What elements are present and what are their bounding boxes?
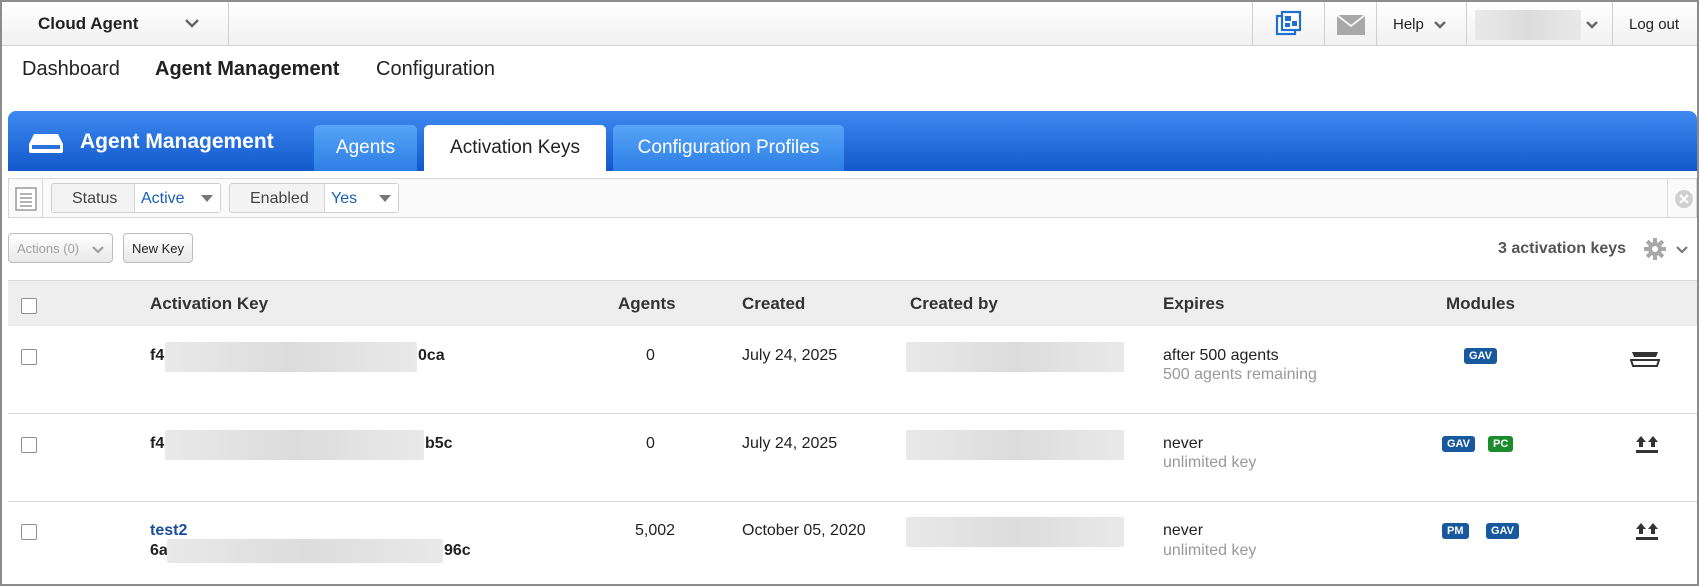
column-agents[interactable]: Agents bbox=[618, 294, 676, 314]
catalog-button[interactable] bbox=[1252, 2, 1324, 45]
expires-value: never bbox=[1163, 522, 1204, 539]
row-actions-icon[interactable] bbox=[1630, 350, 1660, 368]
help-menu[interactable]: Help bbox=[1376, 2, 1466, 45]
module-badge-pm: PM bbox=[1442, 523, 1469, 539]
column-created[interactable]: Created bbox=[742, 294, 805, 314]
chevron-down-icon[interactable] bbox=[1675, 245, 1689, 254]
filter-bar: Status Active Enabled Yes bbox=[8, 178, 1697, 218]
table-row[interactable]: test2 6a 96c 5,002 October 05, 2020 neve… bbox=[8, 502, 1697, 584]
new-key-label: New Key bbox=[132, 241, 185, 256]
module-title: Agent Management bbox=[80, 130, 274, 153]
filter-enabled-select[interactable]: Yes bbox=[324, 184, 398, 212]
agents-count: 5,002 bbox=[635, 522, 676, 539]
filter-status-select[interactable]: Active bbox=[134, 184, 220, 212]
logout-button[interactable]: Log out bbox=[1612, 2, 1697, 45]
caret-down-icon bbox=[379, 195, 391, 202]
expires-value: after 500 agents bbox=[1163, 347, 1279, 364]
app-name: Cloud Agent bbox=[38, 14, 139, 33]
nav-configuration[interactable]: Configuration bbox=[376, 58, 495, 81]
tab-activation-keys[interactable]: Activation Keys bbox=[424, 125, 606, 171]
select-all-checkbox[interactable] bbox=[21, 298, 37, 314]
created-date: October 05, 2020 bbox=[742, 522, 866, 539]
created-date: July 24, 2025 bbox=[742, 435, 838, 452]
table-row[interactable]: f4 0ca 0 July 24, 2025 after 500 agents … bbox=[8, 326, 1697, 414]
filter-status-value: Active bbox=[141, 190, 185, 207]
nav-agent-management[interactable]: Agent Management bbox=[155, 58, 339, 81]
created-by-redacted bbox=[906, 517, 1124, 547]
tab-agents[interactable]: Agents bbox=[314, 125, 417, 171]
created-by-redacted bbox=[906, 342, 1124, 372]
agents-count: 0 bbox=[646, 435, 655, 452]
module-badge-gav: GAV bbox=[1442, 436, 1476, 452]
activation-key-count: 3 activation keys bbox=[1498, 240, 1627, 257]
activation-key-redacted bbox=[165, 342, 417, 372]
clear-filters-icon[interactable] bbox=[1674, 189, 1694, 209]
actions-dropdown[interactable]: Actions (0) bbox=[8, 233, 113, 263]
activation-key-suffix: b5c bbox=[425, 435, 453, 452]
filter-enabled[interactable]: Enabled Yes bbox=[229, 183, 399, 213]
activation-key-prefix: f4 bbox=[150, 435, 165, 452]
activation-key-redacted bbox=[167, 539, 443, 563]
activation-key-suffix: 96c bbox=[444, 542, 471, 559]
expires-value: never bbox=[1163, 435, 1204, 452]
module-header: Agent Management Agents Activation Keys … bbox=[8, 111, 1697, 171]
actions-label: Actions (0) bbox=[17, 241, 80, 256]
table-row[interactable]: f4 b5c 0 July 24, 2025 never unlimited k… bbox=[8, 414, 1697, 502]
gear-icon[interactable] bbox=[1644, 238, 1666, 260]
user-name-redacted bbox=[1475, 10, 1581, 40]
expires-detail: 500 agents remaining bbox=[1163, 366, 1317, 383]
chevron-down-icon bbox=[1586, 21, 1598, 29]
user-menu[interactable] bbox=[1466, 2, 1612, 45]
activation-key-suffix: 0ca bbox=[418, 347, 445, 364]
activation-key-redacted bbox=[165, 430, 424, 460]
row-checkbox[interactable] bbox=[21, 437, 37, 453]
row-actions-icon[interactable] bbox=[1635, 522, 1659, 542]
divider bbox=[1667, 179, 1668, 217]
module-badge-pc: PC bbox=[1488, 436, 1514, 452]
app-switcher[interactable]: Cloud Agent bbox=[2, 2, 229, 45]
logout-label: Log out bbox=[1629, 16, 1680, 33]
column-modules[interactable]: Modules bbox=[1446, 294, 1515, 314]
help-label: Help bbox=[1393, 16, 1424, 33]
created-date: July 24, 2025 bbox=[742, 347, 838, 364]
row-actions-icon[interactable] bbox=[1635, 435, 1659, 455]
caret-down-icon bbox=[201, 195, 213, 202]
column-activation-key[interactable]: Activation Key bbox=[150, 294, 268, 314]
main-nav: Dashboard Agent Management Configuration bbox=[2, 46, 1697, 94]
module-badge-gav: GAV bbox=[1486, 523, 1520, 539]
catalog-icon bbox=[1275, 10, 1302, 36]
expires-detail: unlimited key bbox=[1163, 454, 1257, 471]
filter-enabled-value: Yes bbox=[331, 190, 358, 207]
expires-detail: unlimited key bbox=[1163, 542, 1257, 559]
created-by-redacted bbox=[906, 430, 1124, 460]
messages-button[interactable] bbox=[1324, 2, 1376, 45]
mail-icon bbox=[1337, 15, 1365, 35]
chevron-down-icon bbox=[185, 19, 199, 28]
divider bbox=[42, 179, 43, 217]
top-bar: Cloud Agent Help Log out bbox=[2, 2, 1697, 46]
filter-enabled-label: Enabled bbox=[250, 190, 309, 207]
tab-configuration-profiles[interactable]: Configuration Profiles bbox=[613, 125, 844, 171]
row-checkbox[interactable] bbox=[21, 349, 37, 365]
agents-count: 0 bbox=[646, 347, 655, 364]
table-header: Activation Key Agents Created Created by… bbox=[8, 280, 1697, 326]
new-key-button[interactable]: New Key bbox=[123, 233, 193, 263]
chevron-down-icon bbox=[92, 246, 104, 254]
nav-dashboard[interactable]: Dashboard bbox=[22, 58, 120, 81]
column-expires[interactable]: Expires bbox=[1163, 294, 1224, 314]
column-created-by[interactable]: Created by bbox=[910, 294, 998, 314]
activation-key-prefix: f4 bbox=[150, 347, 165, 364]
chevron-down-icon bbox=[1434, 21, 1446, 29]
filter-status[interactable]: Status Active bbox=[51, 183, 221, 213]
module-badge-gav: GAV bbox=[1464, 348, 1498, 364]
agent-device-icon bbox=[29, 134, 63, 153]
filter-status-label: Status bbox=[72, 190, 118, 207]
app-window: Cloud Agent Help Log out Dashboard Agent… bbox=[0, 0, 1699, 586]
activation-key-name-link[interactable]: test2 bbox=[150, 522, 187, 540]
row-checkbox[interactable] bbox=[21, 524, 37, 540]
activation-key-prefix: 6a bbox=[150, 542, 168, 559]
filter-list-icon[interactable] bbox=[15, 187, 37, 211]
